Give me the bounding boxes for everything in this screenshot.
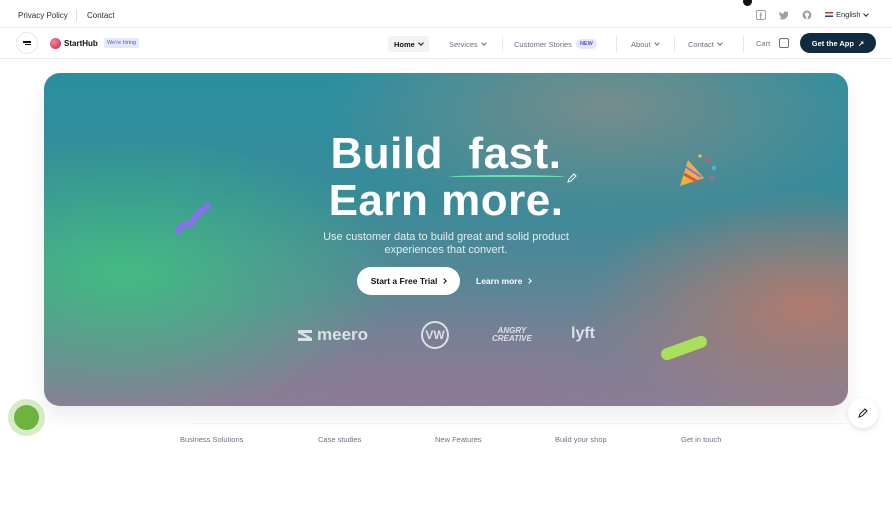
learn-more-label: Learn more — [476, 276, 523, 286]
flag-icon — [825, 12, 833, 17]
top-divider — [76, 10, 77, 21]
main-nav: StartHub We're hiring Home Services Cust… — [0, 28, 892, 59]
nav-item-label: Home — [394, 39, 415, 49]
nav-item-contact[interactable]: Contact — [682, 36, 728, 52]
get-the-app-button[interactable]: Get the App ↗ — [800, 33, 876, 53]
brand-name[interactable]: StartHub — [64, 39, 98, 48]
language-selector[interactable]: English — [825, 10, 869, 19]
chat-widget-button[interactable] — [8, 399, 45, 436]
meero-wordmark: meero — [317, 325, 369, 344]
angry-creative-logo: ANGRY CREATIVE — [492, 327, 532, 343]
footer-link-new-features[interactable]: New Features — [435, 435, 482, 444]
privacy-policy-link[interactable]: Privacy Policy — [18, 11, 68, 20]
meero-mark-icon — [298, 330, 312, 341]
headline-build: Build — [330, 129, 444, 178]
edit-floating-button[interactable] — [848, 398, 878, 428]
top-contact-link[interactable]: Contact — [87, 11, 115, 20]
chevron-right-icon — [441, 278, 448, 284]
start-free-trial-label: Start a Free Trial — [370, 276, 438, 286]
hero-headline-line-1: Build fast. — [0, 129, 892, 179]
footer-link-build-your-shop[interactable]: Build your shop — [555, 435, 607, 444]
hero-subtitle: Use customer data to build great and sol… — [323, 231, 569, 256]
chevron-down-icon — [418, 40, 424, 46]
creative-wordmark: CREATIVE — [492, 334, 532, 343]
hero-headline-line-2: Earn more. — [328, 176, 564, 225]
nav-item-home[interactable]: Home — [388, 36, 429, 52]
footer-divider — [190, 423, 847, 424]
nav-divider — [743, 36, 744, 52]
logo-icon[interactable] — [50, 38, 61, 49]
new-badge: NEW — [575, 39, 597, 49]
meero-logo: meero — [297, 325, 368, 345]
nav-item-label: Services — [449, 39, 478, 49]
chevron-down-icon — [717, 40, 723, 46]
headline-fast: fast. — [468, 129, 562, 178]
footer-link-business-solutions[interactable]: Business Solutions — [180, 435, 243, 444]
squiggle-decoration — [175, 202, 211, 234]
top-bar: Privacy Policy Contact English — [0, 0, 892, 28]
cart-icon[interactable] — [779, 38, 789, 48]
chevron-right-icon — [526, 278, 533, 284]
chat-leaf-icon — [14, 405, 39, 430]
nav-item-about[interactable]: About — [625, 36, 665, 52]
cart-label[interactable]: Cart — [756, 39, 770, 48]
tube-decoration — [661, 335, 707, 361]
learn-more-link[interactable]: Learn more — [476, 276, 533, 286]
twitter-icon[interactable] — [779, 10, 789, 20]
github-icon[interactable] — [802, 10, 812, 20]
hamburger-icon — [23, 40, 31, 46]
footer-link-case-studies[interactable]: Case studies — [318, 435, 361, 444]
start-free-trial-button[interactable]: Start a Free Trial — [357, 267, 460, 295]
chevron-down-icon — [862, 10, 869, 17]
volkswagen-logo: VW — [421, 321, 449, 349]
vw-wordmark: VW — [425, 328, 445, 342]
nav-divider — [616, 36, 617, 52]
get-the-app-label: Get the App — [811, 38, 854, 48]
nav-item-customer-stories[interactable]: Customer Stories NEW — [508, 36, 603, 52]
menu-button[interactable] — [16, 32, 38, 54]
lyft-logo: lyft — [571, 325, 595, 342]
nav-item-label: Customer Stories — [514, 39, 572, 49]
nav-item-services[interactable]: Services — [443, 36, 492, 52]
chevron-down-icon — [653, 40, 660, 46]
hiring-badge[interactable]: We're hiring — [104, 38, 140, 48]
language-label: English — [836, 10, 861, 19]
nav-item-label: About — [631, 39, 651, 49]
facebook-icon[interactable] — [756, 10, 766, 20]
camera-dot — [743, 0, 752, 6]
pencil-icon — [858, 408, 868, 418]
chevron-down-icon — [480, 40, 487, 46]
nav-item-label: Contact — [688, 39, 714, 49]
nav-divider — [502, 36, 503, 52]
arrow-up-right-icon: ↗ — [857, 38, 865, 48]
nav-divider — [674, 36, 675, 52]
footer-link-get-in-touch[interactable]: Get in touch — [681, 435, 721, 444]
party-popper-icon — [680, 154, 716, 186]
